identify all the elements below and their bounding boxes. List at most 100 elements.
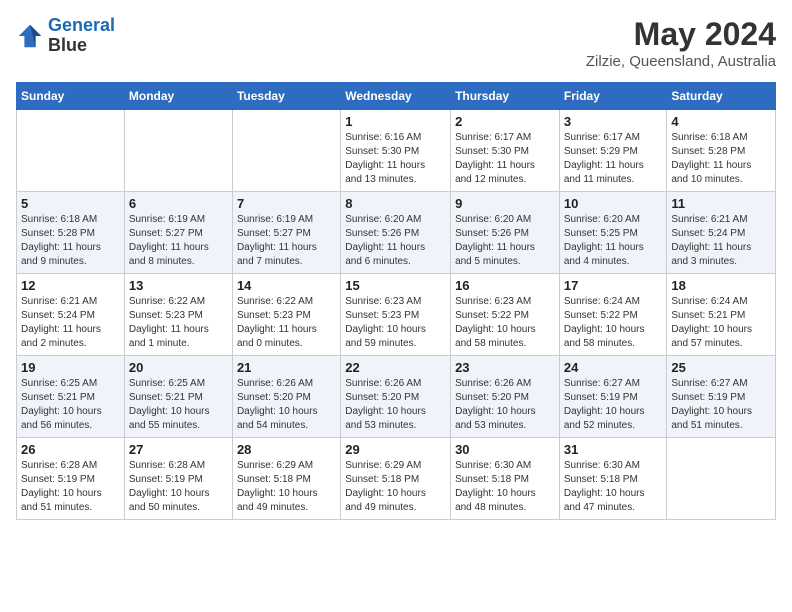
day-info: Sunrise: 6:24 AM Sunset: 5:22 PM Dayligh… <box>564 295 663 351</box>
calendar-cell: 13 Sunrise: 6:22 AM Sunset: 5:23 PM Dayli… <box>124 274 232 356</box>
calendar-cell <box>232 110 340 192</box>
day-number: 27 <box>129 442 228 457</box>
day-info: Sunrise: 6:26 AM Sunset: 5:20 PM Dayligh… <box>455 377 555 433</box>
calendar-cell: 11 Sunrise: 6:21 AM Sunset: 5:24 PM Dayli… <box>667 192 776 274</box>
calendar-cell: 14 Sunrise: 6:22 AM Sunset: 5:23 PM Dayli… <box>232 274 340 356</box>
day-info: Sunrise: 6:29 AM Sunset: 5:18 PM Dayligh… <box>237 459 336 515</box>
day-number: 4 <box>671 114 771 129</box>
header-day-saturday: Saturday <box>667 83 776 110</box>
day-number: 7 <box>237 196 336 211</box>
calendar-cell: 16 Sunrise: 6:23 AM Sunset: 5:22 PM Dayli… <box>451 274 560 356</box>
header-day-sunday: Sunday <box>17 83 125 110</box>
day-number: 11 <box>671 196 771 211</box>
header-day-monday: Monday <box>124 83 232 110</box>
calendar-body: 1Sunrise: 6:16 AM Sunset: 5:30 PM Daylig… <box>17 110 776 520</box>
calendar-cell: 1Sunrise: 6:16 AM Sunset: 5:30 PM Daylig… <box>341 110 451 192</box>
day-info: Sunrise: 6:25 AM Sunset: 5:21 PM Dayligh… <box>129 377 228 433</box>
day-number: 14 <box>237 278 336 293</box>
calendar-cell: 20 Sunrise: 6:25 AM Sunset: 5:21 PM Dayli… <box>124 356 232 438</box>
day-number: 30 <box>455 442 555 457</box>
day-number: 3 <box>564 114 663 129</box>
day-number: 6 <box>129 196 228 211</box>
calendar-cell: 30Sunrise: 6:30 AM Sunset: 5:18 PM Dayli… <box>451 438 560 520</box>
calendar-cell <box>17 110 125 192</box>
calendar-cell: 17 Sunrise: 6:24 AM Sunset: 5:22 PM Dayli… <box>559 274 667 356</box>
day-number: 19 <box>21 360 120 375</box>
day-info: Sunrise: 6:26 AM Sunset: 5:20 PM Dayligh… <box>237 377 336 433</box>
calendar-week-3: 12 Sunrise: 6:21 AM Sunset: 5:24 PM Dayli… <box>17 274 776 356</box>
day-number: 22 <box>345 360 446 375</box>
logo: General Blue <box>16 16 115 56</box>
day-number: 13 <box>129 278 228 293</box>
day-info: Sunrise: 6:18 AM Sunset: 5:28 PM Dayligh… <box>671 131 771 187</box>
day-number: 29 <box>345 442 446 457</box>
header-day-wednesday: Wednesday <box>341 83 451 110</box>
day-info: Sunrise: 6:20 AM Sunset: 5:25 PM Dayligh… <box>564 213 663 269</box>
day-info: Sunrise: 6:23 AM Sunset: 5:22 PM Dayligh… <box>455 295 555 351</box>
day-number: 17 <box>564 278 663 293</box>
calendar-week-1: 1Sunrise: 6:16 AM Sunset: 5:30 PM Daylig… <box>17 110 776 192</box>
day-number: 24 <box>564 360 663 375</box>
day-info: Sunrise: 6:21 AM Sunset: 5:24 PM Dayligh… <box>21 295 120 351</box>
logo-icon <box>16 22 44 50</box>
calendar-week-5: 26Sunrise: 6:28 AM Sunset: 5:19 PM Dayli… <box>17 438 776 520</box>
subtitle: Zilzie, Queensland, Australia <box>586 53 776 70</box>
day-number: 25 <box>671 360 771 375</box>
header-day-thursday: Thursday <box>451 83 560 110</box>
calendar-week-4: 19 Sunrise: 6:25 AM Sunset: 5:21 PM Dayli… <box>17 356 776 438</box>
day-info: Sunrise: 6:30 AM Sunset: 5:18 PM Dayligh… <box>564 459 663 515</box>
header-day-tuesday: Tuesday <box>232 83 340 110</box>
day-number: 15 <box>345 278 446 293</box>
calendar-cell: 8 Sunrise: 6:20 AM Sunset: 5:26 PM Daylig… <box>341 192 451 274</box>
calendar-cell: 18Sunrise: 6:24 AM Sunset: 5:21 PM Dayli… <box>667 274 776 356</box>
day-info: Sunrise: 6:27 AM Sunset: 5:19 PM Dayligh… <box>671 377 771 433</box>
main-title: May 2024 <box>586 16 776 53</box>
calendar-cell <box>667 438 776 520</box>
calendar-cell: 9Sunrise: 6:20 AM Sunset: 5:26 PM Daylig… <box>451 192 560 274</box>
day-info: Sunrise: 6:20 AM Sunset: 5:26 PM Dayligh… <box>455 213 555 269</box>
calendar-cell: 29 Sunrise: 6:29 AM Sunset: 5:18 PM Dayli… <box>341 438 451 520</box>
day-number: 8 <box>345 196 446 211</box>
calendar-cell <box>124 110 232 192</box>
day-number: 16 <box>455 278 555 293</box>
calendar-cell: 19Sunrise: 6:25 AM Sunset: 5:21 PM Dayli… <box>17 356 125 438</box>
day-number: 28 <box>237 442 336 457</box>
calendar-cell: 2Sunrise: 6:17 AM Sunset: 5:30 PM Daylig… <box>451 110 560 192</box>
day-number: 1 <box>345 114 446 129</box>
calendar-cell: 4 Sunrise: 6:18 AM Sunset: 5:28 PM Daylig… <box>667 110 776 192</box>
day-number: 12 <box>21 278 120 293</box>
title-section: May 2024 Zilzie, Queensland, Australia <box>586 16 776 70</box>
logo-line1: General <box>48 15 115 35</box>
header-day-friday: Friday <box>559 83 667 110</box>
day-info: Sunrise: 6:20 AM Sunset: 5:26 PM Dayligh… <box>345 213 446 269</box>
day-number: 5 <box>21 196 120 211</box>
calendar-cell: 15 Sunrise: 6:23 AM Sunset: 5:23 PM Dayli… <box>341 274 451 356</box>
day-number: 23 <box>455 360 555 375</box>
day-info: Sunrise: 6:22 AM Sunset: 5:23 PM Dayligh… <box>129 295 228 351</box>
day-info: Sunrise: 6:22 AM Sunset: 5:23 PM Dayligh… <box>237 295 336 351</box>
calendar-cell: 31 Sunrise: 6:30 AM Sunset: 5:18 PM Dayli… <box>559 438 667 520</box>
page-header: General Blue May 2024 Zilzie, Queensland… <box>16 16 776 70</box>
calendar-table: SundayMondayTuesdayWednesdayThursdayFrid… <box>16 82 776 520</box>
day-info: Sunrise: 6:17 AM Sunset: 5:29 PM Dayligh… <box>564 131 663 187</box>
day-number: 20 <box>129 360 228 375</box>
calendar-cell: 12 Sunrise: 6:21 AM Sunset: 5:24 PM Dayli… <box>17 274 125 356</box>
calendar-cell: 26Sunrise: 6:28 AM Sunset: 5:19 PM Dayli… <box>17 438 125 520</box>
day-info: Sunrise: 6:18 AM Sunset: 5:28 PM Dayligh… <box>21 213 120 269</box>
calendar-cell: 24 Sunrise: 6:27 AM Sunset: 5:19 PM Dayli… <box>559 356 667 438</box>
day-info: Sunrise: 6:27 AM Sunset: 5:19 PM Dayligh… <box>564 377 663 433</box>
logo-text: General Blue <box>48 16 115 56</box>
day-info: Sunrise: 6:26 AM Sunset: 5:20 PM Dayligh… <box>345 377 446 433</box>
day-number: 31 <box>564 442 663 457</box>
day-info: Sunrise: 6:21 AM Sunset: 5:24 PM Dayligh… <box>671 213 771 269</box>
calendar-cell: 21 Sunrise: 6:26 AM Sunset: 5:20 PM Dayli… <box>232 356 340 438</box>
day-info: Sunrise: 6:29 AM Sunset: 5:18 PM Dayligh… <box>345 459 446 515</box>
calendar-header: SundayMondayTuesdayWednesdayThursdayFrid… <box>17 83 776 110</box>
calendar-cell: 23 Sunrise: 6:26 AM Sunset: 5:20 PM Dayli… <box>451 356 560 438</box>
calendar-cell: 28 Sunrise: 6:29 AM Sunset: 5:18 PM Dayli… <box>232 438 340 520</box>
day-info: Sunrise: 6:23 AM Sunset: 5:23 PM Dayligh… <box>345 295 446 351</box>
calendar-cell: 22 Sunrise: 6:26 AM Sunset: 5:20 PM Dayli… <box>341 356 451 438</box>
day-number: 21 <box>237 360 336 375</box>
calendar-cell: 3 Sunrise: 6:17 AM Sunset: 5:29 PM Daylig… <box>559 110 667 192</box>
day-info: Sunrise: 6:24 AM Sunset: 5:21 PM Dayligh… <box>671 295 771 351</box>
